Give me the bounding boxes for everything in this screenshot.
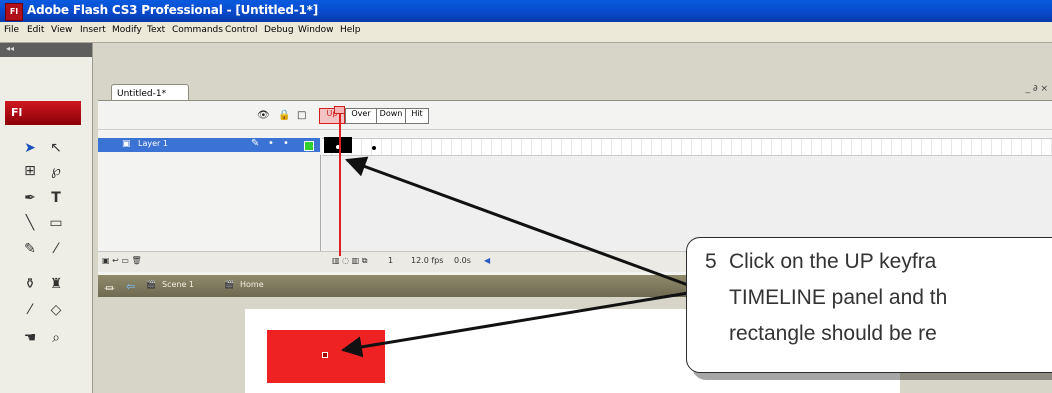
tools-panel: ◂◂ Fl ➤ ↖ ⊞ ℘ ✒ T ╲ ▭ ✎ ⁄ ⚱ ♜ ⁄ ◇ ☚ ⌕	[0, 43, 93, 393]
timeline-header	[98, 101, 1052, 130]
menu-file[interactable]: File	[4, 25, 19, 35]
menu-window[interactable]: Window	[298, 25, 334, 35]
lasso-tool-icon[interactable]: ℘	[46, 161, 66, 181]
onion-skin-icons[interactable]: ▥ ◌ ▥ ⧉	[332, 256, 367, 266]
menu-bar: File Edit View Insert Modify Text Comman…	[0, 22, 1052, 43]
collapse-icon: ◂◂	[6, 44, 15, 53]
menu-debug[interactable]: Debug	[264, 25, 294, 35]
rectangle-tool-icon[interactable]: ▭	[46, 213, 66, 233]
button-symbol-icon: 🎬	[224, 280, 234, 289]
subselection-tool-icon[interactable]: ↖	[46, 138, 66, 158]
lock-icon[interactable]: 🔒	[278, 110, 290, 121]
free-transform-tool-icon[interactable]: ⊞	[20, 161, 40, 181]
elapsed-time: 0.0s	[454, 256, 471, 265]
hand-tool-icon[interactable]: ☚	[20, 328, 40, 348]
menu-control[interactable]: Control	[225, 25, 258, 35]
layer-icon: ▣	[122, 139, 131, 149]
scene-link[interactable]: Scene 1	[162, 280, 194, 289]
over-keyframe-dot-icon[interactable]	[372, 146, 376, 150]
zoom-tool-icon[interactable]: ⌕	[46, 328, 66, 348]
outline-icon[interactable]: □	[297, 110, 306, 121]
ink-bottle-tool-icon[interactable]: ⚱	[20, 274, 40, 294]
selection-tool-icon[interactable]: ➤	[20, 138, 40, 158]
eyedropper-tool-icon[interactable]: ⁄	[20, 300, 40, 320]
lock-dot-icon[interactable]: •	[283, 138, 289, 149]
layers-list	[98, 155, 321, 265]
eraser-tool-icon[interactable]: ◇	[46, 300, 66, 320]
pencil-tool-icon[interactable]: ✎	[20, 239, 40, 259]
instruction-callout: 5 Click on the UP keyfra TIMELINE panel …	[686, 237, 1052, 373]
menu-view[interactable]: View	[51, 25, 72, 35]
menu-help[interactable]: Help	[340, 25, 361, 35]
brush-tool-icon[interactable]: ⁄	[46, 239, 66, 259]
layer-buttons-icon[interactable]: ▣ ↩ ▭ 🗑	[102, 256, 142, 265]
playhead[interactable]	[339, 108, 341, 256]
window-title: Adobe Flash CS3 Professional - [Untitled…	[27, 3, 319, 17]
layer-row[interactable]: Layer 1 ▣ ✎ • •	[98, 138, 320, 152]
scroll-left-icon[interactable]: ◀	[484, 256, 490, 265]
pen-tool-icon[interactable]: ✒	[20, 188, 40, 208]
paint-bucket-tool-icon[interactable]: ♜	[46, 274, 66, 294]
menu-modify[interactable]: Modify	[112, 25, 142, 35]
symbol-link[interactable]: Home	[240, 280, 264, 289]
document-window-controls[interactable]: _ ∂ ×	[1026, 84, 1048, 94]
callout-line-3: rectangle should be re	[729, 322, 937, 345]
state-down-label[interactable]: Down	[376, 108, 406, 124]
text-tool-icon[interactable]: T	[46, 188, 66, 208]
current-frame: 1	[388, 256, 394, 265]
callout-line-1: Click on the UP keyfra	[729, 250, 937, 273]
visibility-dot-icon[interactable]: •	[268, 138, 274, 149]
pencil-icon: ✎	[251, 138, 260, 149]
red-rectangle[interactable]	[267, 330, 385, 383]
scene-icon: 🎬	[146, 280, 156, 289]
flash-app-icon: Fl	[5, 3, 23, 21]
state-over-label[interactable]: Over	[345, 108, 377, 124]
eye-icon[interactable]: 👁	[257, 110, 270, 121]
registration-point-icon	[322, 352, 328, 358]
line-tool-icon[interactable]: ╲	[20, 213, 40, 233]
layer-name[interactable]: Layer 1	[138, 139, 168, 148]
edit-bar-icon: ⏛	[104, 282, 115, 295]
menu-edit[interactable]: Edit	[27, 25, 44, 35]
flash-logo: Fl	[5, 101, 81, 125]
menu-insert[interactable]: Insert	[80, 25, 106, 35]
state-hit-label[interactable]: Hit	[405, 108, 429, 124]
menu-commands[interactable]: Commands	[172, 25, 223, 35]
title-bar: Fl Adobe Flash CS3 Professional - [Untit…	[0, 0, 1052, 22]
callout-step-number: 5	[705, 250, 717, 273]
menu-text[interactable]: Text	[147, 25, 165, 35]
frame-rate: 12.0 fps	[411, 256, 444, 265]
callout-line-2: TIMELINE panel and th	[729, 286, 948, 309]
back-arrow-icon[interactable]: ⇦	[126, 280, 135, 293]
frames-row[interactable]	[322, 138, 1052, 156]
tools-grip[interactable]: ◂◂	[0, 43, 92, 57]
outline-color-icon[interactable]	[304, 141, 314, 151]
playhead-handle[interactable]	[334, 106, 345, 114]
up-keyframe[interactable]	[324, 137, 352, 153]
